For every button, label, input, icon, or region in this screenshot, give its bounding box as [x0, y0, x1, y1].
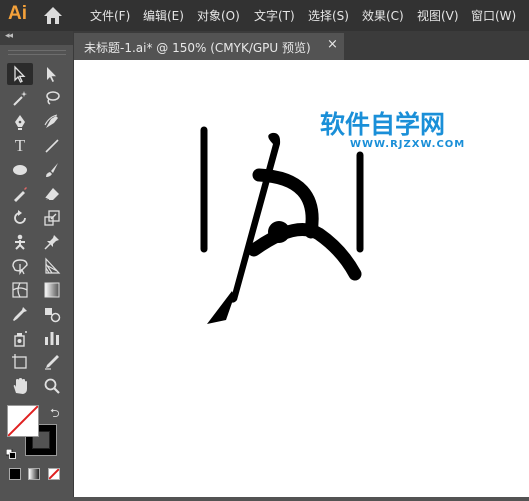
free-transform-tool-icon[interactable] [7, 255, 33, 277]
artboard-canvas[interactable]: 软件自学网 WWW.RJZXW.COM [74, 60, 529, 497]
paintbrush-tool-icon[interactable] [39, 159, 65, 181]
swap-fill-stroke-icon[interactable]: ⮌ [50, 404, 60, 425]
menu-effect[interactable]: 效果(C) [362, 7, 404, 24]
zoom-tool-icon[interactable] [39, 375, 65, 397]
document-tab-label: 未标题-1.ai* @ 150% (CMYK/GPU 预览) [84, 41, 311, 55]
ellipse-tool-icon[interactable] [7, 159, 33, 181]
pen-tool-icon[interactable] [7, 111, 33, 133]
canvas-artwork: 软件自学网 WWW.RJZXW.COM [200, 110, 465, 324]
home-icon[interactable] [43, 6, 63, 25]
artboard-tool-icon[interactable] [7, 351, 33, 373]
line-segment-tool-icon[interactable] [39, 135, 65, 157]
magic-wand-tool-icon[interactable] [7, 87, 33, 109]
perspective-grid-tool-icon[interactable] [39, 255, 65, 277]
hand-tool-icon[interactable] [7, 375, 33, 397]
watermark-url: WWW.RJZXW.COM [350, 139, 465, 150]
fill-color-swatch[interactable] [7, 405, 39, 437]
rotate-tool-icon[interactable] [7, 207, 33, 229]
document-tab[interactable]: 未标题-1.ai* @ 150% (CMYK/GPU 预览) × [74, 33, 344, 60]
document-tab-strip: 未标题-1.ai* @ 150% (CMYK/GPU 预览) × [74, 31, 529, 60]
scale-tool-icon[interactable] [39, 207, 65, 229]
panel-grip[interactable] [8, 50, 66, 55]
menu-type[interactable]: 文字(T) [254, 7, 295, 24]
selection-tool-icon[interactable] [7, 63, 33, 85]
artwork-figure [200, 126, 364, 324]
eyedropper-tool-icon[interactable] [7, 303, 33, 325]
menu-bar: Ai 文件(F) 编辑(E) 对象(O) 文字(T) 选择(S) 效果(C) 视… [0, 0, 529, 31]
blend-tool-icon[interactable] [39, 303, 65, 325]
menu-file[interactable]: 文件(F) [90, 7, 130, 24]
shaper-tool-icon[interactable] [7, 183, 33, 205]
direct-selection-tool-icon[interactable] [39, 63, 65, 85]
column-graph-tool-icon[interactable] [39, 327, 65, 349]
puppet-warp-tool-icon[interactable] [7, 231, 33, 253]
slice-tool-icon[interactable] [39, 351, 65, 373]
pin-tool-icon[interactable] [39, 231, 65, 253]
watermark-title: 软件自学网 [320, 110, 445, 139]
lasso-tool-icon[interactable] [39, 87, 65, 109]
app-logo: Ai [8, 3, 27, 24]
gradient-mode-button[interactable] [28, 468, 40, 480]
none-mode-button[interactable] [48, 468, 60, 480]
mesh-tool-icon[interactable] [7, 279, 33, 301]
type-tool-icon[interactable]: T [7, 135, 33, 157]
gradient-tool-icon[interactable] [39, 279, 65, 301]
color-mode-button[interactable] [9, 468, 21, 480]
curvature-tool-icon[interactable] [39, 111, 65, 133]
symbol-sprayer-tool-icon[interactable] [7, 327, 33, 349]
menu-edit[interactable]: 编辑(E) [143, 7, 184, 24]
menu-view[interactable]: 视图(V) [417, 7, 459, 24]
eraser-tool-icon[interactable] [39, 183, 65, 205]
close-icon[interactable]: × [327, 37, 338, 52]
menu-object[interactable]: 对象(O) [197, 7, 240, 24]
collapse-icon[interactable]: ◂◂ [5, 31, 13, 41]
toolbox-header: ◂◂ [0, 31, 73, 45]
menu-window[interactable]: 窗口(W) [471, 7, 516, 24]
menu-select[interactable]: 选择(S) [308, 7, 349, 24]
default-fill-stroke-icon[interactable] [5, 444, 16, 459]
